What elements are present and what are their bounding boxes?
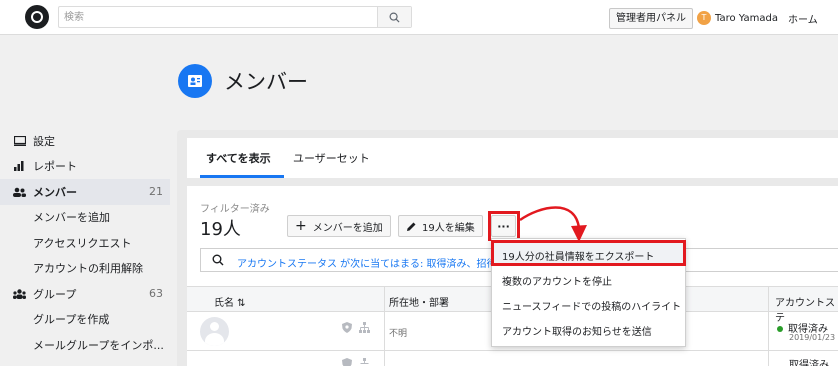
menu-item-send-claim-notice[interactable]: アカウント取得のお知らせを送信 <box>502 323 652 338</box>
sidebar-item-label: レポート <box>33 160 77 174</box>
status-cell: 取得済み <box>789 360 829 366</box>
add-member-button[interactable]: + メンバーを追加 <box>287 215 391 237</box>
tab-show-all[interactable]: すべてを表示 <box>206 150 271 166</box>
user-name: Taro Yamada <box>715 12 778 24</box>
top-bar: 管理者用パネル T Taro Yamada ホーム <box>0 0 838 35</box>
sidebar-item-import-email-group[interactable]: メールグループをインポ... <box>0 332 175 358</box>
sidebar-item-label: グループを作成 <box>33 313 110 327</box>
sidebar-item-deactivate-accounts[interactable]: アカウントの利用解除 <box>0 256 175 282</box>
tab-user-sets[interactable]: ユーザーセット <box>293 150 370 166</box>
sidebar-item-label: メンバーを追加 <box>33 211 110 225</box>
avatar: T <box>697 11 711 25</box>
page-title: メンバー <box>224 70 308 94</box>
row-icons <box>342 358 370 366</box>
edit-people-label: 19人を編集 <box>422 222 475 234</box>
sidebar-item-reports[interactable]: レポート <box>0 154 175 180</box>
column-divider <box>384 286 385 366</box>
location-cell: 不明 <box>389 329 408 339</box>
sidebar-item-label: メールグループをインポ... <box>33 338 164 352</box>
sidebar-item-create-group[interactable]: グループを作成 <box>0 307 175 333</box>
column-location-department[interactable]: 所在地・部署 <box>389 294 449 309</box>
monitor-icon <box>13 135 26 146</box>
column-name[interactable]: 氏名 ⇅ <box>214 294 246 309</box>
sidebar-item-label: メンバー <box>33 185 77 199</box>
menu-item-export-employee-info[interactable]: 19人分の社員情報をエクスポート <box>502 248 654 263</box>
column-divider <box>768 286 769 366</box>
search-button[interactable] <box>377 7 411 27</box>
row-divider <box>187 350 838 351</box>
user-menu[interactable]: T Taro Yamada <box>697 11 778 25</box>
menu-item-highlight-posts[interactable]: ニュースフィードでの投稿のハイライト <box>502 298 681 313</box>
filter-status-label: フィルター済み <box>200 204 270 215</box>
tab-bar: すべてを表示 ユーザーセット <box>187 138 838 178</box>
sidebar-item-label: グループ <box>33 287 77 301</box>
row-icons <box>342 322 370 333</box>
group-icon <box>13 288 26 299</box>
sidebar: 設定 レポート メンバー 21 メンバーを追加 アクセスリクエスト アカウントの… <box>0 128 175 358</box>
org-chart-icon <box>359 322 370 333</box>
result-count: 19人 <box>200 219 241 240</box>
sidebar-item-access-request[interactable]: アクセスリクエスト <box>0 230 175 256</box>
sidebar-item-settings[interactable]: 設定 <box>0 128 175 154</box>
sidebar-item-groups[interactable]: グループ 63 <box>0 281 175 307</box>
member-card-icon <box>188 75 202 87</box>
search-icon <box>212 254 224 266</box>
pencil-icon <box>407 222 416 231</box>
menu-item-deactivate-accounts[interactable]: 複数のアカウントを停止 <box>502 273 612 288</box>
admin-panel-button[interactable]: 管理者用パネル <box>609 8 693 29</box>
avatar <box>200 317 229 346</box>
people-icon <box>13 186 26 197</box>
members-page-icon <box>178 64 212 98</box>
home-link[interactable]: ホーム <box>788 11 818 26</box>
bar-chart-icon <box>13 161 26 172</box>
sidebar-item-members[interactable]: メンバー 21 <box>0 179 170 205</box>
workplace-logo-icon[interactable] <box>25 5 49 29</box>
sidebar-item-label: 設定 <box>33 134 55 148</box>
edit-people-button[interactable]: 19人を編集 <box>398 215 483 237</box>
search-box <box>58 6 412 28</box>
plus-icon: + <box>295 218 307 234</box>
sidebar-item-label: アカウントの利用解除 <box>33 262 143 276</box>
annotation-arrow-icon <box>519 206 587 242</box>
add-member-label: メンバーを追加 <box>312 222 383 234</box>
shield-icon <box>342 358 352 366</box>
member-count: 21 <box>149 185 163 199</box>
sidebar-item-label: アクセスリクエスト <box>33 236 132 250</box>
sidebar-item-add-member[interactable]: メンバーを追加 <box>0 205 175 231</box>
shield-icon <box>342 322 352 333</box>
search-icon <box>389 12 400 23</box>
status-date: 2019/01/23 <box>789 333 836 342</box>
filter-text: アカウントステータス が次に当てはまる: 取得済み、招待済 <box>237 259 507 270</box>
search-input[interactable] <box>59 7 379 27</box>
status-dot-icon <box>777 326 783 332</box>
org-chart-icon <box>360 358 369 364</box>
group-count: 63 <box>149 287 163 301</box>
active-tab-indicator <box>200 175 284 178</box>
